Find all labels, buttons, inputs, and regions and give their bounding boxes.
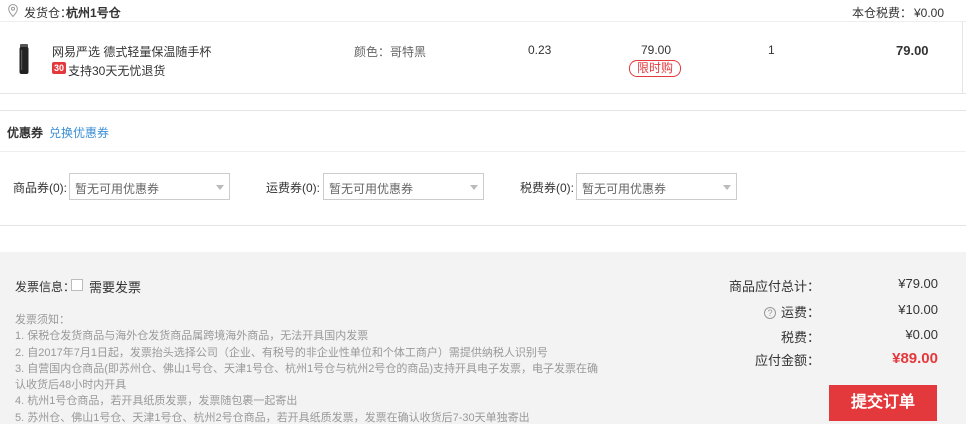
dropdown-arrow-icon [723,185,731,190]
tax-coupon-placeholder: 暂无可用优惠券 [582,182,667,196]
invoice-label: 发票信息： [15,280,76,294]
return-policy-text: 支持30天无忧退货 [68,64,166,78]
invoice-note: 发票须知： [15,314,70,326]
divider [0,151,966,152]
product-subtotal: 79.00 [896,43,929,58]
goods-coupon-select[interactable]: 暂无可用优惠券 [69,173,230,200]
warehouse-tax-label: 本仓税费： [851,6,912,20]
invoice-note: 4. 杭州1号仓商品，若开具纸质发票，发票随包裹一起寄出 [15,395,298,408]
tax-value: ¥0.00 [905,327,938,342]
dropdown-arrow-icon [216,185,224,190]
flash-sale-tag: 限时购 [629,60,681,77]
shipping-coupon-placeholder: 暂无可用优惠券 [329,182,414,196]
order-confirm-page: 发货仓： 杭州1号仓 本仓税费： ¥0.00 网易严选 德式轻量保温随手杯 30 … [0,0,970,424]
warehouse-header: 发货仓： 杭州1号仓 本仓税费： ¥0.00 [0,0,966,22]
return-days-badge: 30 [52,62,67,74]
product-spec: 颜色：哥特黑 [354,45,427,59]
product-row: 网易严选 德式轻量保温随手杯 30 支持30天无忧退货 颜色：哥特黑 0.23 … [0,22,966,94]
need-invoice-label[interactable]: 需要发票 [89,277,141,296]
shipping-label: 运费： [780,305,820,320]
warehouse-label: 发货仓： [24,6,73,20]
product-weight: 0.23 [528,43,552,57]
need-invoice-checkbox[interactable] [71,279,83,291]
coupon-section: 优惠券 兑换优惠券 商品券(0): 暂无可用优惠券 运费券(0): 暂无可用优惠… [0,110,966,226]
redeem-coupon-link[interactable]: 兑换优惠券 [49,124,109,141]
product-quantity: 1 [768,43,775,57]
product-thumbnail[interactable] [17,44,31,74]
invoice-note: 1. 保税仓发货商品与海外仓发货商品属跨境海外商品，无法开具国内发票 [15,330,369,343]
location-pin-icon [8,3,18,20]
order-footer: 发票信息： 需要发票 发票须知： 1. 保税仓发货商品与海外仓发货商品属跨境海外… [0,252,966,424]
shipping-label-wrap: ? 运费： [763,302,820,321]
goods-coupon-placeholder: 暂无可用优惠券 [75,182,160,196]
tax-label: 税费： [780,330,820,345]
invoice-note: 5. 苏州仓、佛山1号仓、天津1号仓、杭州2号仓商品，若开具纸质发票，发票在确认… [15,411,530,424]
invoice-note: 认收货后48小时内开具 [15,379,127,392]
dropdown-arrow-icon [470,185,478,190]
tax-coupon-label: 税费券(0): [520,181,575,195]
warehouse-name: 杭州1号仓 [66,6,121,20]
shipping-coupon-select[interactable]: 暂无可用优惠券 [323,173,484,200]
help-icon[interactable]: ? [763,307,776,319]
total-value: ¥89.00 [892,350,938,367]
warehouse-tax: 本仓税费： ¥0.00 [852,4,944,21]
coupon-title: 优惠券 [7,126,44,140]
goods-total-value: ¥79.00 [898,276,938,291]
divider [962,22,963,94]
shipping-value: ¥10.00 [898,302,938,317]
submit-order-button[interactable]: 提交订单 [829,385,937,421]
warehouse-tax-value: ¥0.00 [913,6,944,20]
tax-coupon-select[interactable]: 暂无可用优惠券 [576,173,737,200]
product-price: 79.00 [641,43,672,57]
shipping-coupon-label: 运费券(0): [266,181,321,195]
invoice-note: 2. 自2017年7月1日起，发票抬头选择公司（企业、有税号的非企业性单位和个体… [15,346,548,359]
invoice-notes: 发票须知： 1. 保税仓发货商品与海外仓发货商品属跨境海外商品，无法开具国内发票… [15,312,599,424]
goods-coupon-label: 商品券(0): [13,181,68,195]
invoice-note: 3. 自营国内仓商品(即苏州仓、佛山1号仓、天津1号仓、杭州1号仓与杭州2号仓的… [15,362,599,375]
goods-total-label: 商品应付总计： [728,279,820,294]
total-label: 应付金额： [754,353,820,368]
product-name[interactable]: 网易严选 德式轻量保温随手杯 [52,43,211,60]
